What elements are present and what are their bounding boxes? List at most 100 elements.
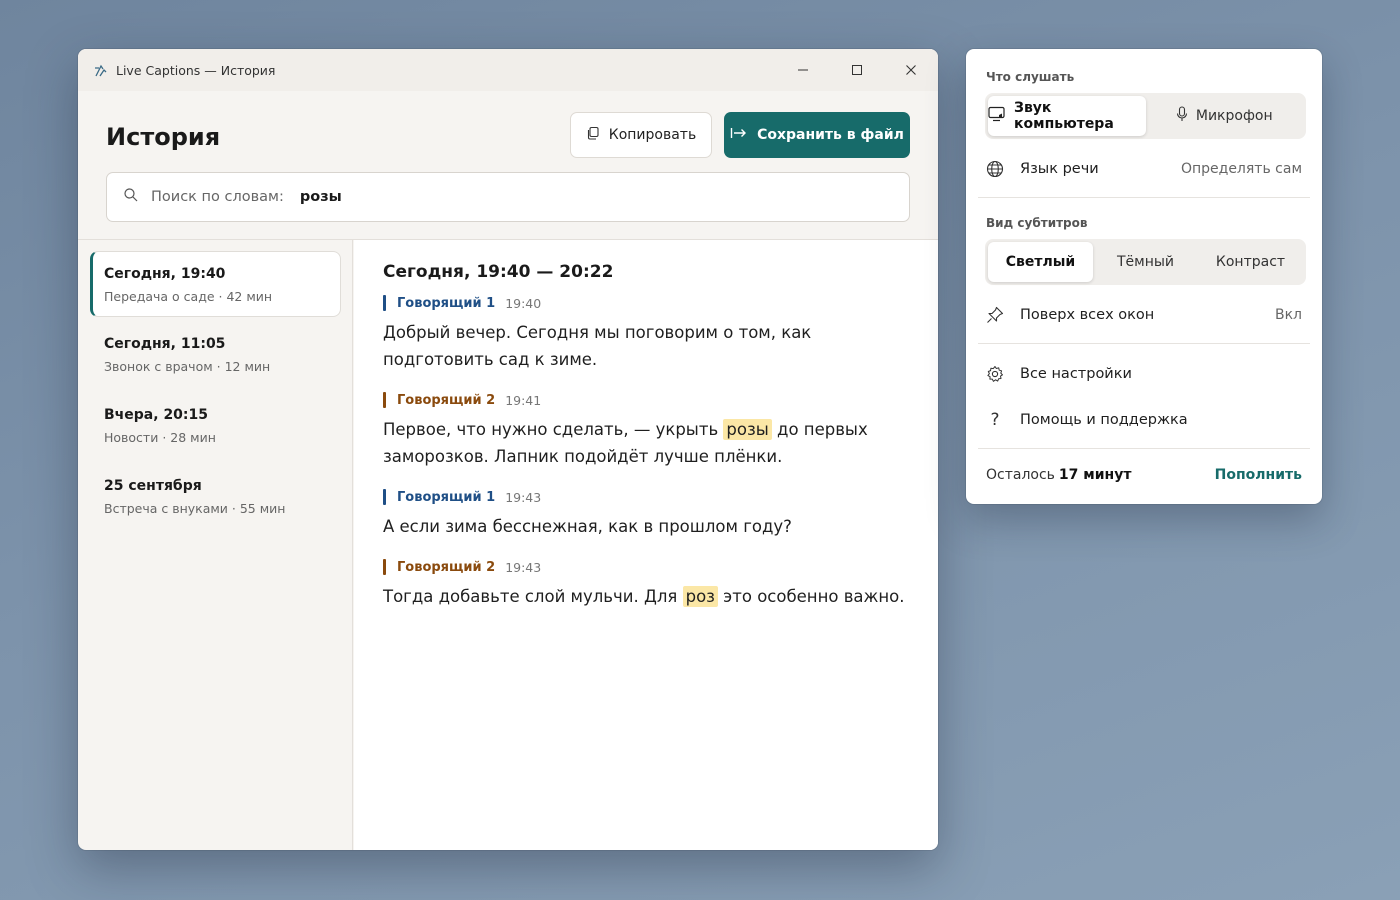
export-icon <box>730 126 748 144</box>
copy-button-label: Копировать <box>608 127 697 143</box>
style-dark-option[interactable]: Тёмный <box>1093 242 1198 282</box>
speaker-name: Говорящий 1 <box>397 295 496 311</box>
window-title: Live Captions — История <box>116 62 276 78</box>
always-on-top-label: Поверх всех окон <box>1020 307 1155 323</box>
divider <box>978 197 1310 198</box>
transcript-heading: Сегодня, 19:40 — 20:22 <box>383 262 614 282</box>
session-item[interactable]: 25 сентября Встреча с внуками · 55 мин <box>90 464 341 530</box>
all-settings-label: Все настройки <box>1020 366 1132 382</box>
speaker-line: Говорящий 1 19:40 <box>383 294 908 312</box>
caption-style-selector: Светлый Тёмный Контраст <box>985 239 1306 285</box>
history-body: Сегодня, 19:40 Передача о саде · 42 мин … <box>78 239 938 850</box>
microphone-option[interactable]: Микрофон <box>1146 96 1304 136</box>
remaining-time-footer: Осталось 17 минут Пополнить <box>986 467 1302 483</box>
monitor-icon <box>988 106 1006 126</box>
speech-language-value: Определять сам <box>1180 161 1302 177</box>
minimize-icon <box>797 61 809 80</box>
pin-icon <box>986 306 1004 324</box>
help-support-label: Помощь и поддержка <box>1020 412 1188 428</box>
close-button[interactable] <box>884 49 938 91</box>
copy-icon <box>586 126 600 144</box>
session-item[interactable]: Сегодня, 19:40 Передача о саде · 42 мин <box>90 251 341 317</box>
remaining-label: Осталось <box>986 467 1055 483</box>
settings-flyout: Что слушать Звук компьютера Микрофон Язы… <box>966 49 1322 504</box>
speaker-color-bar <box>383 392 386 408</box>
search-label: Поиск по словам: <box>151 189 284 205</box>
history-header: История Копировать Сохранить в файл Поис… <box>78 91 938 239</box>
session-title: 25 сентября <box>104 478 202 494</box>
divider <box>978 343 1310 344</box>
style-light-option[interactable]: Светлый <box>988 242 1093 282</box>
speaker-time: 19:43 <box>505 489 542 505</box>
caption-text: Добрый вечер. Сегодня мы поговорим о том… <box>383 319 908 373</box>
speaker-name: Говорящий 1 <box>397 489 496 505</box>
search-highlight: розы <box>723 419 772 440</box>
session-item[interactable]: Сегодня, 11:05 Звонок с врачом · 12 мин <box>90 322 341 388</box>
session-subtitle: Звонок с врачом · 12 мин <box>104 359 271 374</box>
search-highlight: роз <box>682 586 718 607</box>
search-input[interactable]: розы <box>300 189 342 205</box>
caption-text: А если зима бесснежная, как в прошлом го… <box>383 513 908 540</box>
all-settings-row[interactable]: Все настройки <box>986 359 1302 389</box>
speaker-time: 19:43 <box>505 559 542 575</box>
page-title: История <box>106 123 221 151</box>
session-item[interactable]: Вчера, 20:15 Новости · 28 мин <box>90 393 341 459</box>
session-title: Вчера, 20:15 <box>104 407 209 423</box>
search-field[interactable]: Поиск по словам: розы <box>106 172 910 222</box>
computer-audio-option[interactable]: Звук компьютера <box>988 96 1146 136</box>
globe-icon <box>986 160 1004 178</box>
caption-segment: Первое, что нужно сделать, — укрыть <box>383 420 724 439</box>
copy-button[interactable]: Копировать <box>570 112 712 158</box>
speaker-line: Говорящий 1 19:43 <box>383 488 908 506</box>
help-icon: ? <box>990 410 1000 430</box>
captions-app-icon <box>94 63 108 77</box>
transcript-entry: Говорящий 2 19:41 Первое, что нужно сделат… <box>383 391 908 470</box>
session-subtitle: Новости · 28 мин <box>104 430 216 445</box>
maximize-button[interactable] <box>830 49 884 91</box>
always-on-top-value: Вкл <box>1274 307 1302 323</box>
session-list: Сегодня, 19:40 Передача о саде · 42 мин … <box>78 240 353 850</box>
caption-segment: Добрый вечер. Сегодня мы поговорим о том… <box>383 323 812 369</box>
divider <box>978 448 1310 449</box>
caption-text: Первое, что нужно сделать, — укрыть розы… <box>383 416 908 470</box>
caption-segment: А если зима бесснежная, как в прошлом го… <box>383 517 792 536</box>
remaining-value: 17 минут <box>1058 467 1132 483</box>
history-window: Live Captions — История История Копирова… <box>78 49 938 850</box>
save-to-file-button[interactable]: Сохранить в файл <box>724 112 910 158</box>
topup-link[interactable]: Пополнить <box>1215 467 1302 483</box>
microphone-icon <box>1176 106 1188 126</box>
audio-source-selector: Звук компьютера Микрофон <box>985 93 1306 139</box>
style-contrast-option[interactable]: Контраст <box>1198 242 1303 282</box>
session-title: Сегодня, 11:05 <box>104 336 226 352</box>
speaker-color-bar <box>383 489 386 505</box>
minimize-button[interactable] <box>776 49 830 91</box>
speaker-line: Говорящий 2 19:41 <box>383 391 908 409</box>
transcript-entry: Говорящий 2 19:43 Тогда добавьте слой муль… <box>383 558 908 610</box>
speech-language-label: Язык речи <box>1020 161 1099 177</box>
speaker-name: Говорящий 2 <box>397 392 496 408</box>
speaker-time: 19:41 <box>505 392 542 408</box>
speaker-name: Говорящий 2 <box>397 559 496 575</box>
speaker-color-bar <box>383 295 386 311</box>
close-icon <box>905 61 917 80</box>
speaker-line: Говорящий 2 19:43 <box>383 558 908 576</box>
save-button-label: Сохранить в файл <box>757 127 904 143</box>
computer-audio-label: Звук компьютера <box>1014 100 1114 132</box>
title-bar[interactable]: Live Captions — История <box>78 49 938 91</box>
transcript-entry: Говорящий 1 19:43 А если зима бесснежная, … <box>383 488 908 540</box>
caption-segment: Тогда добавьте слой мульчи. Для <box>383 587 683 606</box>
speaker-color-bar <box>383 559 386 575</box>
listen-section-label: Что слушать <box>986 70 1075 84</box>
transcript-panel: Сегодня, 19:40 — 20:22 Говорящий 1 19:40 Д… <box>354 240 938 850</box>
session-title: Сегодня, 19:40 <box>104 266 226 282</box>
transcript-entry: Говорящий 1 19:40 Добрый вечер. Сегодня мы… <box>383 294 908 373</box>
speech-language-row[interactable]: Язык речи Определять сам <box>986 154 1302 184</box>
help-support-row[interactable]: ? Помощь и поддержка <box>986 405 1302 435</box>
caption-segment: это особенно важно. <box>717 587 905 606</box>
session-subtitle: Встреча с внуками · 55 мин <box>104 501 286 516</box>
transcript-entries: Говорящий 1 19:40 Добрый вечер. Сегодня мы… <box>383 294 908 610</box>
maximize-icon <box>851 61 863 80</box>
always-on-top-row[interactable]: Поверх всех окон Вкл <box>986 300 1302 330</box>
session-subtitle: Передача о саде · 42 мин <box>104 289 273 304</box>
search-icon <box>123 187 139 207</box>
